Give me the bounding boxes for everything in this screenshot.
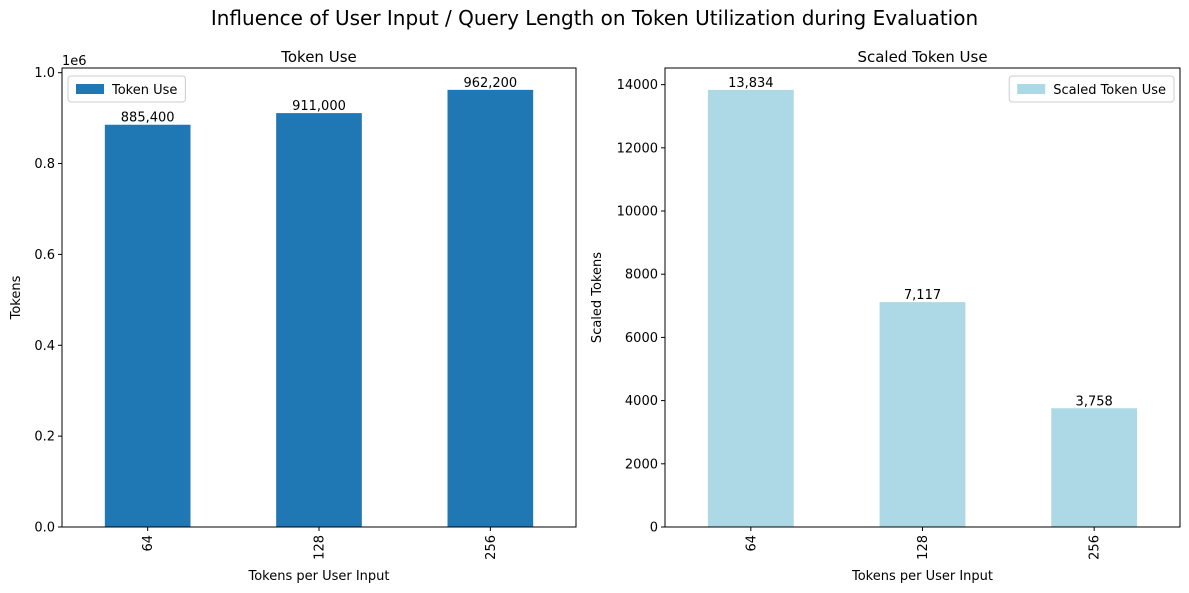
panel1-data-label: 962,200 — [463, 76, 517, 91]
panel2-y-tick-label: 10000 — [617, 205, 658, 220]
panel1-legend-swatch — [76, 84, 104, 94]
panel2-y-tick-label: 0 — [650, 521, 658, 536]
panel2-data-label: 3,758 — [1076, 394, 1113, 409]
panel1-x-tick-label: 256 — [484, 535, 499, 560]
panel1-offset-label: 1e6 — [62, 54, 87, 69]
panel2-x-tick-label: 128 — [916, 535, 931, 560]
panel2-bar — [707, 89, 794, 527]
panel1-bar — [276, 113, 362, 528]
panel2-bar — [1051, 408, 1138, 527]
panel2-y-tick-label: 14000 — [617, 78, 658, 93]
panel1-data-label: 885,400 — [121, 111, 175, 126]
panel2-legend-label: Scaled Token Use — [1053, 83, 1166, 98]
panel1-x-tick-label: 64 — [141, 535, 156, 552]
panel1-bar — [447, 89, 534, 527]
panel1-y-tick-label: 0.0 — [34, 521, 55, 536]
panel1-legend-label: Token Use — [111, 83, 177, 98]
panel2-x-axis-label: Tokens per User Input — [851, 569, 993, 584]
panel1-y-tick-label: 0.4 — [34, 339, 55, 354]
panel1-y-axis-label: Tokens — [9, 275, 24, 320]
panel2-x-tick-label: 64 — [744, 535, 759, 552]
panel2-title: Scaled Token Use — [857, 48, 987, 66]
panel2-y-tick-label: 12000 — [617, 141, 658, 156]
panel2-x-tick-label: 256 — [1088, 535, 1103, 560]
chart-token-use: 885,400 911,000 962,200 0.0 0.2 0.4 0.6 0.8 1.0 6… — [9, 48, 1181, 584]
panel1-y-tick-label: 0.2 — [34, 430, 55, 445]
panel1-title: Token Use — [280, 48, 356, 66]
panel2-y-tick-label: 2000 — [625, 457, 658, 472]
panel2-data-label: 7,117 — [904, 288, 941, 303]
panel2-y-tick-label: 4000 — [625, 394, 658, 409]
panel1-bar — [104, 124, 191, 528]
panel2-y-tick-label: 6000 — [625, 331, 658, 346]
panel2-legend-swatch — [1017, 84, 1046, 94]
panel1-x-tick-label: 128 — [313, 535, 328, 560]
panel2-y-tick-label: 8000 — [625, 268, 658, 283]
panel1-y-tick-label: 1.0 — [34, 66, 55, 81]
panel1-y-tick-label: 0.6 — [34, 248, 55, 263]
panel1-y-tick-label: 0.8 — [34, 157, 55, 172]
panel2-bar — [879, 302, 966, 527]
panel1-x-axis-label: Tokens per User Input — [247, 569, 389, 584]
panel2-data-label: 13,834 — [728, 76, 774, 91]
panel1-data-label: 911,000 — [292, 99, 346, 114]
panel2-y-axis-label: Scaled Tokens — [590, 252, 605, 343]
